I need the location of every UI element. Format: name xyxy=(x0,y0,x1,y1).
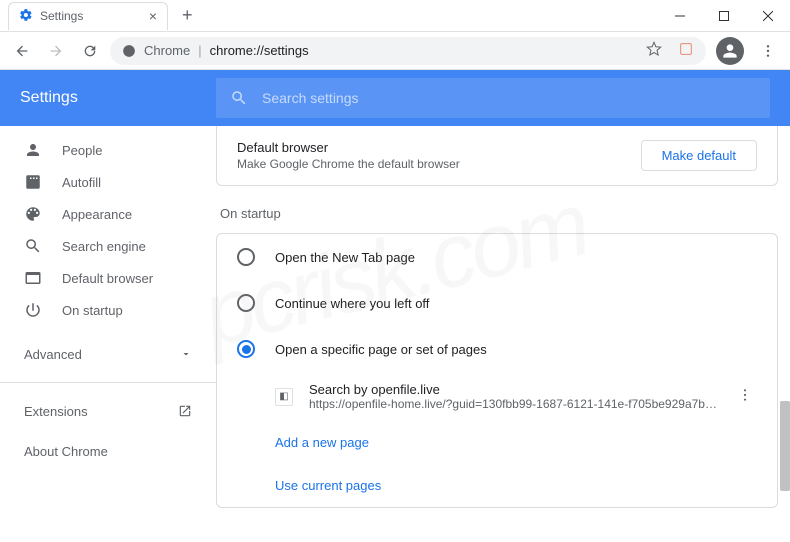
settings-header: Settings xyxy=(0,70,790,126)
extension-badge-icon[interactable] xyxy=(678,41,694,60)
palette-icon xyxy=(24,205,42,223)
default-browser-card: Default browser Make Google Chrome the d… xyxy=(216,126,778,186)
omnibox-prefix: Chrome xyxy=(144,43,190,58)
sidebar-about-link[interactable]: About Chrome xyxy=(0,431,216,471)
power-icon xyxy=(24,301,42,319)
search-input[interactable] xyxy=(262,90,756,106)
browser-icon xyxy=(24,269,42,287)
sidebar-label: Appearance xyxy=(62,207,132,222)
sidebar-item-default-browser[interactable]: Default browser xyxy=(0,262,216,294)
close-icon[interactable]: × xyxy=(149,8,157,24)
default-browser-title: Default browser xyxy=(237,140,460,155)
default-browser-subtitle: Make Google Chrome the default browser xyxy=(237,157,460,171)
sidebar-label: Default browser xyxy=(62,271,153,286)
radio-checked-icon xyxy=(237,340,255,358)
nav-forward-button[interactable] xyxy=(42,37,70,65)
gear-icon xyxy=(19,8,33,25)
settings-page: Settings People Autofill Appearance Sear… xyxy=(0,70,790,542)
omnibox-url: chrome://settings xyxy=(210,43,309,58)
extensions-label: Extensions xyxy=(24,404,88,419)
option-label: Open a specific page or set of pages xyxy=(275,342,487,357)
on-startup-card: Open the New Tab page Continue where you… xyxy=(216,233,778,508)
sidebar-item-appearance[interactable]: Appearance xyxy=(0,198,216,230)
option-label: Open the New Tab page xyxy=(275,250,415,265)
on-startup-heading: On startup xyxy=(220,206,778,221)
about-label: About Chrome xyxy=(24,444,108,459)
sidebar-advanced-toggle[interactable]: Advanced xyxy=(0,334,216,374)
page-entry-menu-button[interactable] xyxy=(733,383,757,410)
open-external-icon xyxy=(178,404,192,418)
startup-page-url: https://openfile-home.live/?guid=130fbb9… xyxy=(309,397,717,411)
nav-back-button[interactable] xyxy=(8,37,36,65)
sidebar-item-on-startup[interactable]: On startup xyxy=(0,294,216,326)
search-icon xyxy=(230,89,248,107)
autofill-icon xyxy=(24,173,42,191)
window-controls xyxy=(658,0,790,32)
window-titlebar: Settings × + xyxy=(0,0,790,32)
startup-option-continue[interactable]: Continue where you left off xyxy=(217,280,777,326)
chrome-icon xyxy=(122,44,136,58)
startup-page-entry: ◧ Search by openfile.live https://openfi… xyxy=(217,372,777,421)
sidebar-divider xyxy=(0,382,216,383)
settings-body: People Autofill Appearance Search engine… xyxy=(0,126,790,542)
settings-title: Settings xyxy=(20,89,216,107)
page-favicon-icon: ◧ xyxy=(275,388,293,406)
radio-icon xyxy=(237,294,255,312)
sidebar-label: Search engine xyxy=(62,239,146,254)
sidebar: People Autofill Appearance Search engine… xyxy=(0,126,216,542)
scrollbar-thumb[interactable] xyxy=(780,401,790,491)
option-label: Continue where you left off xyxy=(275,296,429,311)
bookmark-star-icon[interactable] xyxy=(646,41,662,60)
settings-content[interactable]: Default browser Make Google Chrome the d… xyxy=(216,126,790,542)
omnibox[interactable]: Chrome | chrome://settings xyxy=(110,37,706,65)
minimize-button[interactable] xyxy=(658,0,702,32)
tab-title: Settings xyxy=(40,9,83,23)
make-default-button[interactable]: Make default xyxy=(641,140,757,171)
address-bar: Chrome | chrome://settings xyxy=(0,32,790,70)
chevron-down-icon xyxy=(180,348,192,360)
sidebar-item-search-engine[interactable]: Search engine xyxy=(0,230,216,262)
new-tab-button[interactable]: + xyxy=(176,5,199,26)
browser-tab-settings[interactable]: Settings × xyxy=(8,2,168,30)
startup-page-name: Search by openfile.live xyxy=(309,382,717,397)
sidebar-item-autofill[interactable]: Autofill xyxy=(0,166,216,198)
startup-option-new-tab[interactable]: Open the New Tab page xyxy=(217,234,777,280)
sidebar-label: Autofill xyxy=(62,175,101,190)
tab-strip: Settings × + xyxy=(0,0,199,31)
radio-icon xyxy=(237,248,255,266)
sidebar-item-people[interactable]: People xyxy=(0,134,216,166)
sidebar-extensions-link[interactable]: Extensions xyxy=(0,391,216,431)
search-icon xyxy=(24,237,42,255)
omnibox-separator: | xyxy=(198,43,201,58)
browser-menu-button[interactable] xyxy=(754,37,782,65)
settings-search[interactable] xyxy=(216,78,770,118)
sidebar-label: On startup xyxy=(62,303,123,318)
advanced-label: Advanced xyxy=(24,347,82,362)
startup-option-specific-pages[interactable]: Open a specific page or set of pages xyxy=(217,326,777,372)
close-window-button[interactable] xyxy=(746,0,790,32)
footer-advanced-toggle[interactable]: Advanced xyxy=(216,528,778,542)
use-current-pages-link[interactable]: Use current pages xyxy=(217,464,777,507)
sidebar-label: People xyxy=(62,143,102,158)
reload-button[interactable] xyxy=(76,37,104,65)
person-icon xyxy=(24,141,42,159)
maximize-button[interactable] xyxy=(702,0,746,32)
profile-avatar-button[interactable] xyxy=(716,37,744,65)
add-new-page-link[interactable]: Add a new page xyxy=(217,421,777,464)
